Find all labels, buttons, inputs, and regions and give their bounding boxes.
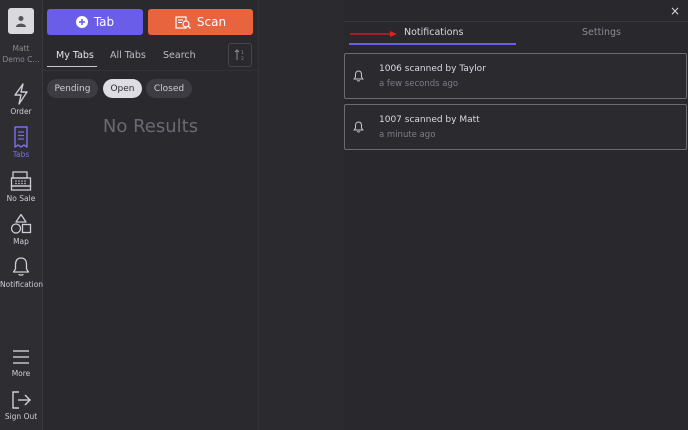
subtab-all-tabs[interactable]: All Tabs — [110, 50, 146, 61]
subtab-search[interactable]: Search — [163, 50, 196, 61]
cash-register-icon — [10, 171, 32, 191]
nav-label-no-sale: No Sale — [6, 194, 36, 203]
notification-item[interactable]: 1007 scanned by Matt a minute ago — [344, 104, 687, 150]
red-arrow-annotation — [350, 31, 397, 37]
notifications-panel: × Notifications Settings 1006 scanned by… — [344, 0, 688, 430]
subtab-my-tabs[interactable]: My Tabs — [56, 50, 94, 61]
nav-item-sign-out[interactable]: Sign Out — [0, 390, 42, 421]
user-name: Matt — [12, 44, 30, 53]
filter-closed[interactable]: Closed — [146, 79, 192, 98]
nav-item-no-sale[interactable]: No Sale — [0, 170, 42, 203]
filter-pending[interactable]: Pending — [47, 79, 98, 98]
notification-title: 1007 scanned by Matt — [379, 115, 480, 125]
empty-state-text: No Results — [102, 116, 199, 137]
plus-circle-icon — [75, 16, 88, 28]
tabs-pane: Tab Scan My Tabs All Tabs Search 1 2 Pen… — [43, 0, 259, 430]
nav-label-more: More — [11, 369, 31, 378]
nav-item-order[interactable]: Order — [0, 83, 42, 116]
menu-icon — [13, 350, 29, 364]
notification-time: a minute ago — [379, 130, 436, 140]
nav-item-notifications[interactable]: Notifications — [0, 256, 47, 289]
nav-label-sign-out: Sign Out — [4, 412, 38, 421]
nav-label-order: Order — [10, 107, 32, 116]
shapes-icon — [10, 213, 32, 234]
user-avatar[interactable] — [8, 8, 34, 34]
sign-out-icon — [12, 391, 31, 409]
notification-time: a few seconds ago — [379, 79, 459, 89]
nav-item-more[interactable]: More — [0, 347, 42, 378]
active-subtab-underline — [47, 66, 97, 67]
bell-icon — [353, 70, 364, 82]
user-info: Matt Demo C... — [0, 43, 42, 65]
nav-label-tabs: Tabs — [12, 150, 30, 159]
lightning-icon — [14, 83, 28, 105]
receipt-icon — [14, 126, 28, 148]
svg-text:2: 2 — [241, 56, 244, 61]
panel-header-divider — [344, 21, 688, 22]
active-tab-underline — [349, 43, 516, 45]
nav-label-map: Map — [13, 237, 29, 246]
scan-button[interactable]: Scan — [148, 9, 253, 35]
svg-text:1: 1 — [241, 50, 244, 56]
nav-item-map[interactable]: Map — [0, 213, 42, 246]
nav-label-notifications: Notifications — [0, 280, 47, 289]
pane-divider — [43, 70, 258, 71]
sort-button[interactable]: 1 2 — [228, 43, 252, 67]
user-icon — [16, 16, 26, 27]
close-icon: × — [669, 4, 681, 18]
tab-list-subtabs: My Tabs All Tabs Search — [47, 44, 253, 68]
filter-open[interactable]: Open — [103, 79, 142, 98]
new-tab-label: Tab — [93, 15, 115, 29]
content-area — [259, 0, 344, 430]
bell-icon — [353, 121, 364, 133]
nav-item-tabs[interactable]: Tabs — [0, 126, 42, 159]
tab-settings[interactable]: Settings — [582, 27, 621, 38]
side-nav: Matt Demo C... Order Tabs No Sale Map No… — [0, 0, 47, 430]
scan-icon — [175, 15, 191, 29]
notification-item[interactable]: 1006 scanned by Taylor a few seconds ago — [344, 53, 687, 99]
tab-notifications[interactable]: Notifications — [404, 27, 463, 38]
user-org: Demo C... — [2, 55, 40, 64]
bell-icon — [12, 257, 30, 276]
new-tab-button[interactable]: Tab — [47, 9, 143, 35]
notification-title: 1006 scanned by Taylor — [379, 64, 486, 74]
scan-label: Scan — [196, 15, 227, 29]
sort-icon: 1 2 — [234, 49, 244, 61]
close-button[interactable]: × — [668, 4, 682, 18]
